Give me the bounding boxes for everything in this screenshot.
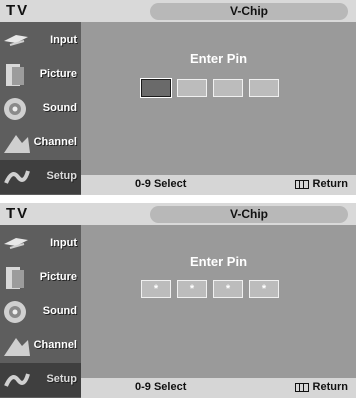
pin-entry-panel: Enter Pin: [81, 22, 356, 175]
return-icon: [294, 179, 309, 189]
sidebar-item-setup[interactable]: Setup: [0, 160, 81, 194]
pin-digit-3[interactable]: *: [213, 280, 243, 298]
pin-digit-1[interactable]: *: [141, 280, 171, 298]
osd-footer: 0-9 Select Return: [81, 175, 356, 195]
sidebar-item-label: Setup: [46, 373, 77, 385]
enter-pin-prompt: Enter Pin: [189, 254, 248, 269]
sidebar-item-picture[interactable]: Picture: [0, 58, 81, 92]
sidebar-item-label: Setup: [46, 170, 77, 182]
pin-digit-4[interactable]: [249, 79, 279, 97]
pin-input-row: * * * *: [141, 280, 279, 298]
sidebar-item-label: Channel: [33, 339, 77, 351]
sidebar-item-label: Picture: [39, 68, 77, 80]
return-hint[interactable]: Return: [294, 381, 348, 393]
return-icon: [294, 382, 309, 392]
picture-icon: [6, 267, 24, 289]
menu-title: V-Chip: [150, 206, 348, 223]
channel-icon: [4, 338, 30, 356]
setup-icon: [4, 373, 30, 387]
vchip-screen-pin-filled: TV V-Chip Input Picture Sound Channel Se…: [0, 203, 356, 398]
sidebar-item-setup[interactable]: Setup: [0, 363, 81, 397]
sidebar-item-channel[interactable]: Channel: [0, 329, 81, 363]
sidebar-item-label: Channel: [33, 136, 77, 148]
sidebar-item-sound[interactable]: Sound: [0, 295, 81, 329]
sidebar-item-label: Picture: [39, 271, 77, 283]
select-hint: 0-9 Select: [135, 178, 187, 190]
sidebar-item-input[interactable]: Input: [0, 24, 81, 58]
tv-label: TV: [6, 2, 30, 19]
sidebar-item-input[interactable]: Input: [0, 227, 81, 261]
menu-title: V-Chip: [150, 3, 348, 20]
sidebar-item-label: Sound: [42, 102, 77, 114]
pin-digit-4[interactable]: *: [249, 280, 279, 298]
pin-digit-2[interactable]: *: [177, 280, 207, 298]
input-icon: [4, 35, 28, 46]
vchip-screen-pin-empty: TV V-Chip Input Picture Sound Channel Se…: [0, 0, 356, 195]
return-label: Return: [312, 381, 348, 393]
sidebar-menu: Input Picture Sound Channel Setup: [0, 225, 81, 398]
enter-pin-prompt: Enter Pin: [189, 51, 248, 66]
osd-header: TV V-Chip: [0, 0, 356, 22]
pin-entry-panel: Enter Pin * * * *: [81, 225, 356, 378]
pin-digit-2[interactable]: [177, 79, 207, 97]
osd-footer: 0-9 Select Return: [81, 378, 356, 398]
osd-header: TV V-Chip: [0, 203, 356, 225]
pin-digit-1[interactable]: [140, 78, 172, 98]
input-icon: [4, 238, 28, 249]
sidebar-item-label: Sound: [42, 305, 77, 317]
sidebar-menu: Input Picture Sound Channel Setup: [0, 22, 81, 195]
tv-label: TV: [6, 205, 30, 222]
sidebar-item-sound[interactable]: Sound: [0, 92, 81, 126]
select-hint: 0-9 Select: [135, 381, 187, 393]
return-hint[interactable]: Return: [294, 178, 348, 190]
sound-icon: [4, 301, 26, 323]
sidebar-item-picture[interactable]: Picture: [0, 261, 81, 295]
sidebar-item-label: Input: [50, 34, 77, 46]
return-label: Return: [312, 178, 348, 190]
setup-icon: [4, 170, 30, 184]
pin-digit-3[interactable]: [213, 79, 243, 97]
picture-icon: [6, 64, 24, 86]
pin-input-row: [140, 78, 279, 98]
sidebar-item-channel[interactable]: Channel: [0, 126, 81, 160]
sidebar-item-label: Input: [50, 237, 77, 249]
sound-icon: [4, 98, 26, 120]
channel-icon: [4, 135, 30, 153]
